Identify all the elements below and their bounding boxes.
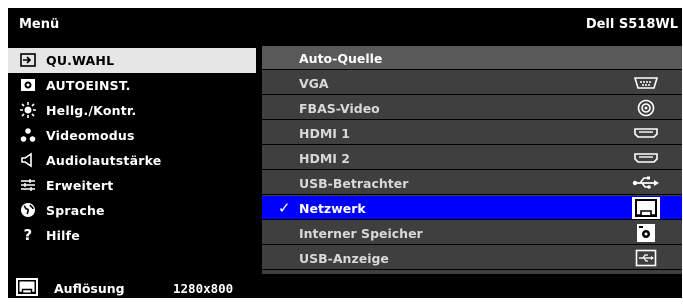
composite-video-icon [632, 99, 660, 117]
menu-item-label: Audiolautstärke [46, 153, 162, 168]
speaker-icon [20, 152, 36, 168]
globe-icon [20, 202, 36, 218]
panel-title: Auto-Quelle [299, 51, 383, 66]
menu-item-video-mode[interactable]: Videomodus [8, 123, 256, 148]
advanced-settings-icon [20, 177, 36, 193]
source-label: FBAS-Video [299, 101, 380, 116]
menu-item-audio-volume[interactable]: Audiolautstärke [8, 148, 256, 173]
source-option-usb-viewer[interactable]: USB-Betrachter [262, 171, 682, 195]
usb-display-icon [632, 249, 660, 267]
network-icon [632, 197, 660, 219]
source-label: USB-Betrachter [299, 176, 409, 191]
vga-port-icon [632, 74, 660, 92]
menu-item-advanced[interactable]: Erweitert [8, 173, 256, 198]
source-label: USB-Anzeige [299, 251, 389, 266]
menu-item-input-select[interactable]: QU.WAHL [8, 48, 256, 73]
menu-item-language[interactable]: Sprache [8, 198, 256, 223]
checkmark-icon: ✓ [278, 199, 291, 217]
input-source-icon [20, 52, 36, 68]
main-menu: QU.WAHL AUTOEINST. Hellg./Kontr. Videomo… [8, 48, 256, 248]
menu-item-label: AUTOEINST. [46, 78, 131, 93]
status-bar: Auflösung 1280x800 [8, 274, 682, 298]
source-label: HDMI 1 [299, 126, 350, 141]
source-option-hdmi1[interactable]: HDMI 1 [262, 121, 682, 145]
source-option-usb-display[interactable]: USB-Anzeige [262, 246, 682, 270]
hdmi-port-icon [632, 124, 660, 142]
source-option-hdmi2[interactable]: HDMI 2 [262, 146, 682, 170]
brightness-icon [20, 102, 36, 118]
internal-storage-icon [632, 224, 660, 242]
osd-menu: Menü Dell S518WL QU.WAHL AUTOEINST. Hell… [8, 8, 682, 298]
video-mode-icon [20, 127, 36, 143]
source-option-vga[interactable]: VGA [262, 71, 682, 95]
menu-item-label: Hilfe [46, 228, 80, 243]
source-label: Netzwerk [299, 201, 366, 216]
menu-item-label: Hellg./Kontr. [46, 103, 137, 118]
source-label: HDMI 2 [299, 151, 350, 166]
source-option-internal-storage[interactable]: Interner Speicher [262, 221, 682, 245]
menu-item-label: Erweitert [46, 178, 114, 193]
help-icon: ? [23, 226, 33, 244]
menu-item-label: Videomodus [46, 128, 135, 143]
menu-item-brightness-contrast[interactable]: Hellg./Kontr. [8, 98, 256, 123]
auto-source-option[interactable]: Auto-Quelle [262, 46, 682, 70]
source-option-composite[interactable]: FBAS-Video [262, 96, 682, 120]
osd-header: Menü Dell S518WL [8, 8, 682, 40]
menu-item-help[interactable]: ? Hilfe [8, 223, 256, 248]
menu-item-label: Sprache [46, 203, 105, 218]
source-label: VGA [299, 76, 329, 91]
input-source-panel: Auto-Quelle VGA FBAS-Video HDMI 1 HDMI 2 [262, 46, 682, 274]
model-name: Dell S518WL [585, 17, 678, 32]
network-icon [16, 278, 38, 296]
hdmi-port-icon [632, 149, 660, 167]
usb-icon [632, 174, 660, 192]
auto-adjust-icon [20, 77, 36, 93]
source-label: Interner Speicher [299, 226, 423, 241]
resolution-value: 1280x800 [173, 281, 234, 296]
menu-item-label: QU.WAHL [46, 53, 115, 68]
source-option-network[interactable]: ✓ Netzwerk [262, 196, 682, 220]
menu-title: Menü [19, 17, 60, 32]
resolution-label: Auflösung [54, 281, 125, 296]
menu-item-auto-adjust[interactable]: AUTOEINST. [8, 73, 256, 98]
